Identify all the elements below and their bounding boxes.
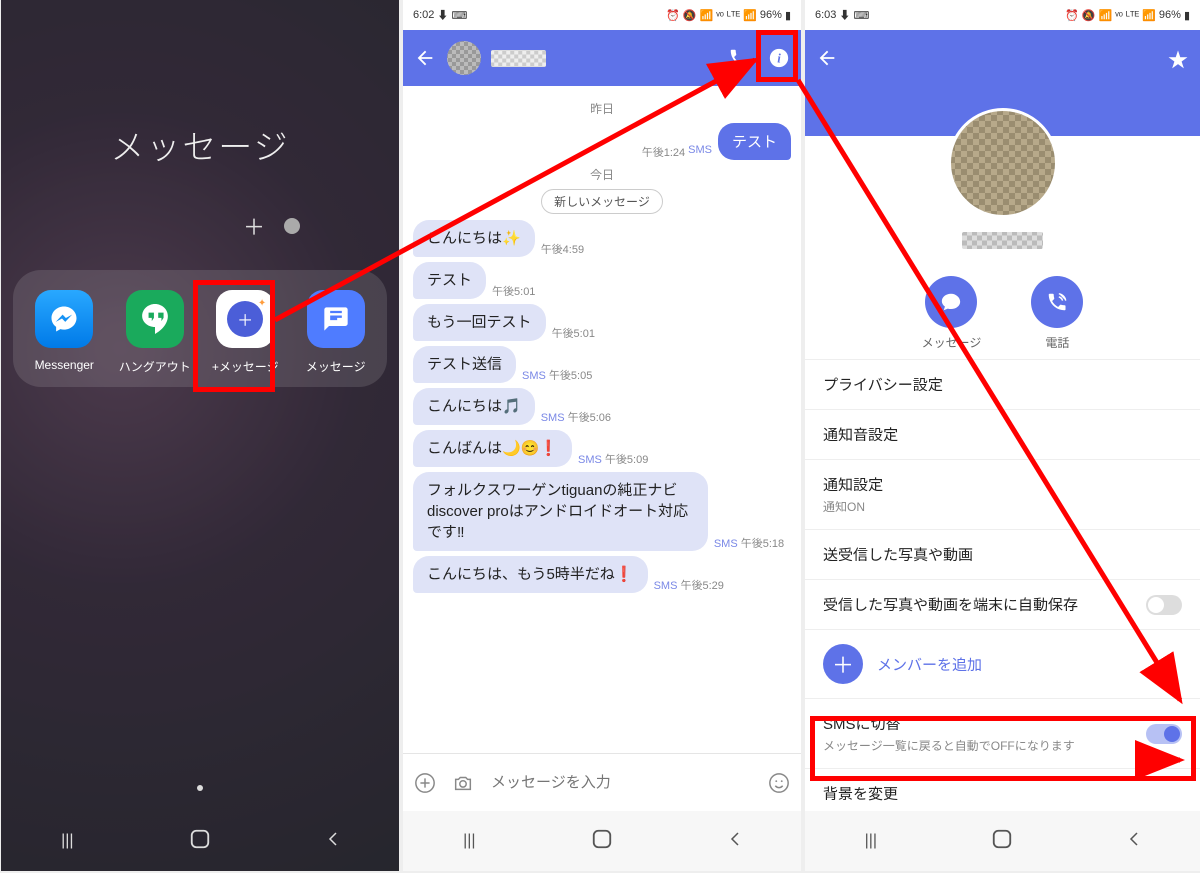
status-bar: 6:03 ⬇ ⌨ ⏰ 🔕 📶 ᵛᵒ ᴸᵀᴱ 📶 96% ▮ bbox=[805, 0, 1200, 30]
back-button[interactable] bbox=[815, 46, 839, 70]
message-out[interactable]: 午後1:24 SMS テスト bbox=[413, 123, 791, 160]
message-in[interactable]: こんにちは🎵SMS 午後5:06 bbox=[413, 388, 791, 425]
nav-bar: ||| bbox=[805, 811, 1200, 871]
action-row: メッセージ 電話 bbox=[805, 276, 1200, 351]
contact-name: ██████ bbox=[962, 232, 1042, 250]
action-message[interactable]: メッセージ bbox=[922, 276, 982, 351]
status-indicators: ⬇ ⌨ bbox=[437, 7, 467, 23]
message-in[interactable]: フォルクスワーゲンtiguanの純正ナビdiscover proはアンドロイドオ… bbox=[413, 472, 791, 551]
app-hangouts[interactable]: ハングアウト bbox=[112, 290, 197, 375]
message-in[interactable]: もう一回テスト午後5:01 bbox=[413, 304, 791, 341]
battery-icon: ▮ bbox=[785, 9, 791, 22]
contact-avatar[interactable] bbox=[447, 41, 481, 75]
annotation-highlight bbox=[193, 280, 275, 392]
camera-icon[interactable] bbox=[451, 771, 475, 795]
annotation-highlight bbox=[810, 716, 1196, 781]
nav-bar: ||| bbox=[403, 811, 801, 871]
nav-recent[interactable]: ||| bbox=[47, 832, 87, 850]
emoji-icon[interactable] bbox=[767, 771, 791, 795]
setting-notification[interactable]: 通知設定 通知ON bbox=[805, 459, 1200, 529]
page-indicator bbox=[284, 218, 300, 234]
date-separator: 今日 bbox=[413, 166, 791, 183]
message-input[interactable] bbox=[489, 773, 753, 792]
message-in[interactable]: こんにちは、もう5時半だね❗SMS 午後5:29 bbox=[413, 556, 791, 593]
chat-appbar: ████ i bbox=[403, 30, 801, 86]
add-member[interactable]: ＋ メンバーを追加 bbox=[805, 629, 1200, 698]
message-input-bar bbox=[403, 753, 801, 811]
contact-name[interactable]: ████ bbox=[491, 50, 546, 67]
status-indicators: ⬇ ⌨ bbox=[839, 7, 869, 23]
phone-icon bbox=[1031, 276, 1083, 328]
nav-back[interactable] bbox=[1114, 830, 1154, 853]
toggle-autosave[interactable] bbox=[1146, 595, 1182, 615]
annotation-highlight bbox=[756, 30, 798, 82]
add-icon[interactable] bbox=[413, 771, 437, 795]
profile-area: ██████ bbox=[805, 136, 1200, 258]
message-in[interactable]: テスト送信SMS 午後5:05 bbox=[413, 346, 791, 383]
back-button[interactable] bbox=[413, 46, 437, 70]
date-separator: 昨日 bbox=[413, 100, 791, 117]
hangouts-icon bbox=[126, 290, 184, 348]
message-in[interactable]: テスト午後5:01 bbox=[413, 262, 791, 299]
status-tray-icons: ⏰ 🔕 📶 ᵛᵒ ᴸᵀᴱ 📶 bbox=[1065, 9, 1156, 22]
nav-home[interactable] bbox=[582, 828, 622, 855]
messenger-icon bbox=[35, 290, 93, 348]
battery-icon: ▮ bbox=[1184, 9, 1190, 22]
nav-home[interactable] bbox=[982, 828, 1022, 855]
bubble-out: テスト bbox=[718, 123, 791, 160]
nav-recent[interactable]: ||| bbox=[449, 832, 489, 850]
nav-bar: ||| bbox=[1, 811, 399, 871]
status-time: 6:02 bbox=[413, 9, 434, 21]
app-messenger[interactable]: Messenger bbox=[22, 290, 107, 375]
details-appbar: ★ bbox=[805, 30, 1200, 86]
home-pager bbox=[1, 778, 399, 796]
setting-autosave[interactable]: 受信した写真や動画を端末に自動保存 bbox=[805, 579, 1200, 629]
status-battery: 96% bbox=[760, 9, 782, 21]
status-time: 6:03 bbox=[815, 9, 836, 21]
add-app-button[interactable]: ＋ bbox=[240, 212, 268, 240]
app-label: ハングアウト bbox=[119, 358, 191, 375]
nav-back[interactable] bbox=[715, 830, 755, 853]
contact-avatar-large[interactable] bbox=[948, 108, 1058, 218]
action-call[interactable]: 電話 bbox=[1031, 276, 1083, 351]
nav-recent[interactable]: ||| bbox=[851, 832, 891, 850]
new-message-chip: 新しいメッセージ bbox=[541, 189, 663, 214]
chat-body[interactable]: 昨日 午後1:24 SMS テスト 今日 新しいメッセージ こんにちは✨午後4:… bbox=[403, 86, 801, 753]
nav-back[interactable] bbox=[313, 830, 353, 853]
app-label: Messenger bbox=[35, 358, 94, 372]
messages-icon bbox=[307, 290, 365, 348]
favorite-star-icon[interactable]: ★ bbox=[1166, 46, 1190, 70]
setting-media[interactable]: 送受信した写真や動画 bbox=[805, 529, 1200, 579]
status-tray-icons: ⏰ 🔕 📶 ᵛᵒ ᴸᵀᴱ 📶 bbox=[666, 9, 757, 22]
nav-home[interactable] bbox=[180, 828, 220, 855]
setting-privacy[interactable]: プライバシー設定 bbox=[805, 359, 1200, 409]
app-messages[interactable]: メッセージ bbox=[293, 290, 378, 375]
message-in[interactable]: こんばんは🌙😊❗SMS 午後5:09 bbox=[413, 430, 791, 467]
plus-icon: ＋ bbox=[823, 644, 863, 684]
status-bar: 6:02 ⬇ ⌨ ⏰ 🔕 📶 ᵛᵒ ᴸᵀᴱ 📶 96% ▮ bbox=[403, 0, 801, 30]
message-in[interactable]: こんにちは✨午後4:59 bbox=[413, 220, 791, 257]
message-icon bbox=[925, 276, 977, 328]
call-button[interactable] bbox=[727, 46, 751, 70]
app-label: メッセージ bbox=[306, 358, 366, 375]
setting-sound[interactable]: 通知音設定 bbox=[805, 409, 1200, 459]
status-battery: 96% bbox=[1159, 9, 1181, 21]
folder-title: メッセージ bbox=[1, 120, 399, 169]
